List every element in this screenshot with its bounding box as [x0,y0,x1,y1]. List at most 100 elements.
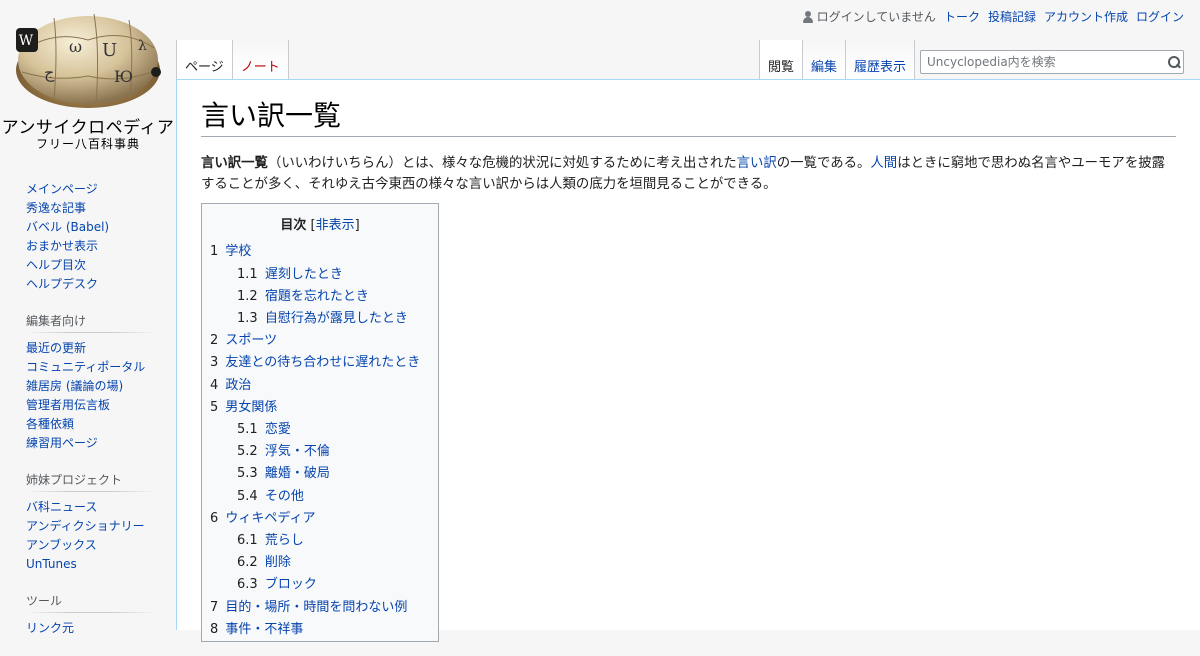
toc-item[interactable]: 3 友達との待ち合わせに遅れたとき [210,352,430,374]
svg-text:U: U [102,40,117,61]
sidebar-navigation: メインページ 秀逸な記事 バベル (Babel) おまかせ表示 ヘルプ目次 ヘル… [26,180,156,294]
toc-item-number: 6.2 [237,555,258,571]
toc-item-link[interactable]: ブロック [265,577,317,592]
main-content: 言い訳一覧 言い訳一覧（いいわけいちらん）とは、様々な危機的状況に対処するために… [176,79,1200,643]
contributions-link[interactable]: 投稿記録 [988,8,1036,25]
toc-item-link[interactable]: その他 [265,489,304,504]
toc-item[interactable]: 1 学校 [210,241,430,263]
toc-item-number: 1.2 [237,288,258,304]
toc-item-link[interactable]: 荒らし [265,533,304,548]
toc-item-number: 5.3 [237,466,258,482]
toc-toggle: [非表示] [310,218,360,234]
namespace-tabs: ページ ノート [176,40,289,80]
toc-item-number: 1.3 [237,311,258,326]
toc-item[interactable]: 2 スポーツ [210,330,430,352]
table-of-contents: 目次 [非表示] 1 学校 1.1 遅刻したとき 1.2 宿題を忘れたとき 1.3 自… [201,203,439,643]
toc-item-link[interactable]: 政治 [225,378,251,393]
search-icon[interactable] [1163,52,1183,72]
sidebar-item-help[interactable]: ヘルプ目次 [26,258,86,272]
toc-item[interactable]: 5.3 離婚・破局 [210,463,430,485]
search-input[interactable] [921,55,1163,69]
toc-item-link[interactable]: ウィキペディア [225,511,315,526]
tab-talk[interactable]: ノート [232,40,289,80]
personal-tools: ログインしていません トーク 投稿記録 アカウント作成 ログイン [802,8,1184,25]
toc-title: 目次 [非表示] [210,214,430,233]
lead-link-human[interactable]: 人間 [870,156,897,171]
toc-item-number: 3 [210,355,219,371]
sidebar-item-babel[interactable]: バベル (Babel) [26,220,109,234]
toc-item-link[interactable]: 事件・不祥事 [225,622,303,637]
sidebar-item-village-pump[interactable]: 雑居房 (議論の場) [26,379,123,393]
toc-item[interactable]: 6 ウィキペディア [210,508,430,530]
lead-bold-term: 言い訳一覧 [201,156,268,172]
toc-item-link[interactable]: 友達との待ち合わせに遅れたとき [225,355,420,370]
toc-item-number: 7 [210,599,219,615]
toc-item-number: 4 [210,377,219,393]
tab-page[interactable]: ページ [176,40,233,80]
sidebar-item-recent-changes[interactable]: 最近の更新 [26,341,86,355]
toc-item-number: 5.4 [237,488,258,504]
toc-item[interactable]: 1.1 遅刻したとき [210,264,430,286]
sidebar-sister-projects: 姉妹プロジェクト バ科ニュース アンディクショナリー アンブックス UnTune… [26,471,156,574]
sidebar-item-random[interactable]: おまかせ表示 [26,239,98,253]
search-box [920,50,1184,74]
svg-text:Ю: Ю [114,67,133,86]
toc-item-link[interactable]: 自慰行為が露見したとき [265,311,408,326]
tab-read[interactable]: 閲覧 [759,40,804,80]
toc-item-link[interactable]: 浮気・不倫 [265,444,330,459]
sidebar-sister-heading: 姉妹プロジェクト [26,471,156,492]
toc-item[interactable]: 5.4 その他 [210,486,430,508]
toc-item[interactable]: 1.2 宿題を忘れたとき [210,286,430,308]
toc-item-link[interactable]: 遅刻したとき [265,267,343,282]
toc-toggle-link[interactable]: 非表示 [316,218,355,233]
lead-link-excuse[interactable]: 言い訳 [737,156,777,171]
toc-item-link[interactable]: 目的・場所・時間を問わない例 [225,600,407,615]
tab-talk-label: ノート [240,60,280,75]
toc-item[interactable]: 4 政治 [210,375,430,397]
toc-item-link[interactable]: スポーツ [225,333,277,348]
toc-heading: 目次 [280,218,307,234]
toc-item-link[interactable]: 恋愛 [265,422,291,437]
toc-item-number: 1.1 [237,266,258,282]
create-account-link[interactable]: アカウント作成 [1044,8,1128,25]
anon-status: ログインしていません [802,8,936,25]
toc-item-link[interactable]: 離婚・破局 [265,466,330,481]
login-link[interactable]: ログイン [1136,8,1184,25]
sidebar-item-what-links-here[interactable]: リンク元 [26,621,74,635]
toc-item-link[interactable]: 男女関係 [225,400,277,415]
sidebar-editors-heading: 編集者向け [26,312,156,333]
sidebar-item-community-portal[interactable]: コミュニティポータル [26,360,145,374]
sidebar-item-sandbox[interactable]: 練習用ページ [26,436,98,450]
toc-item[interactable]: 5.2 浮気・不倫 [210,441,430,463]
tab-edit[interactable]: 編集 [803,40,847,80]
sidebar-item-featured[interactable]: 秀逸な記事 [26,201,86,215]
talk-link[interactable]: トーク [944,8,980,25]
toc-item-number: 2 [210,333,219,349]
sidebar-item-dictionary[interactable]: アンディクショナリー [26,519,145,533]
sidebar-item-books[interactable]: アンブックス [26,538,97,552]
toc-item[interactable]: 6.2 削除 [210,552,430,574]
sidebar-item-news[interactable]: バ科ニュース [26,500,97,514]
toc-item[interactable]: 6.3 ブロック [210,574,430,596]
site-logo[interactable]: W ω U ج Ю λ アンサイクロペディア フリー八百科事典 [0,0,176,160]
toc-item-number: 6.1 [237,533,258,549]
tab-history[interactable]: 履歴表示 [846,40,916,80]
sidebar: メインページ 秀逸な記事 バベル (Babel) おまかせ表示 ヘルプ目次 ヘル… [0,180,176,656]
sidebar-item-untunes[interactable]: UnTunes [26,557,77,571]
toc-item[interactable]: 7 目的・場所・時間を問わない例 [210,597,430,619]
sidebar-item-admin-noticeboard[interactable]: 管理者用伝言板 [26,398,110,412]
toc-item[interactable]: 1.3 自慰行為が露見したとき [210,308,430,330]
svg-text:ω: ω [69,37,82,56]
sidebar-item-main-page[interactable]: メインページ [26,182,98,196]
toc-item[interactable]: 5.1 恋愛 [210,419,430,441]
sidebar-item-helpdesk[interactable]: ヘルプデスク [26,277,98,291]
lead-text-1: （いいわけいちらん）とは、様々な危機的状況に対処するために考え出された [267,156,737,172]
toc-item-link[interactable]: 学校 [225,244,251,259]
toc-item-link[interactable]: 宿題を忘れたとき [265,289,369,304]
sidebar-editors: 編集者向け 最近の更新 コミュニティポータル 雑居房 (議論の場) 管理者用伝言… [26,312,156,453]
toc-item-link[interactable]: 削除 [265,555,291,570]
sidebar-item-requests[interactable]: 各種依頼 [26,417,74,431]
tab-page-label: ページ [185,60,224,75]
toc-item[interactable]: 6.1 荒らし [210,530,430,552]
toc-item[interactable]: 5 男女関係 [210,397,430,419]
